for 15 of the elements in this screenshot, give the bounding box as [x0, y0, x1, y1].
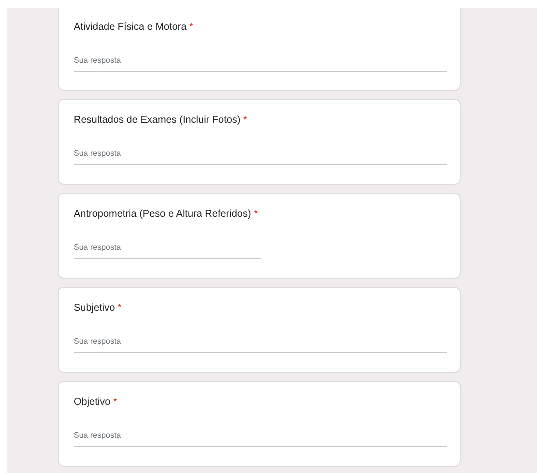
required-asterisk: *: [190, 22, 194, 33]
answer-field[interactable]: Sua resposta: [74, 242, 261, 259]
required-asterisk: *: [118, 303, 122, 314]
required-asterisk: *: [113, 397, 118, 408]
required-asterisk: *: [244, 115, 248, 126]
required-asterisk: *: [254, 209, 258, 220]
question-title: Antropometria (Peso e Altura Referidos): [74, 209, 252, 220]
answer-field[interactable]: Sua resposta: [74, 430, 447, 447]
question-title: Objetivo: [74, 397, 111, 408]
answer-field[interactable]: Sua resposta: [74, 55, 447, 72]
question-title: Subjetivo: [74, 303, 116, 314]
answer-field[interactable]: Sua resposta: [74, 148, 447, 165]
answer-field[interactable]: Sua resposta: [74, 336, 447, 353]
question-title: Resultados de Exames (Incluir Fotos): [74, 115, 241, 126]
question-title: Atividade Física e Motora: [74, 22, 187, 33]
